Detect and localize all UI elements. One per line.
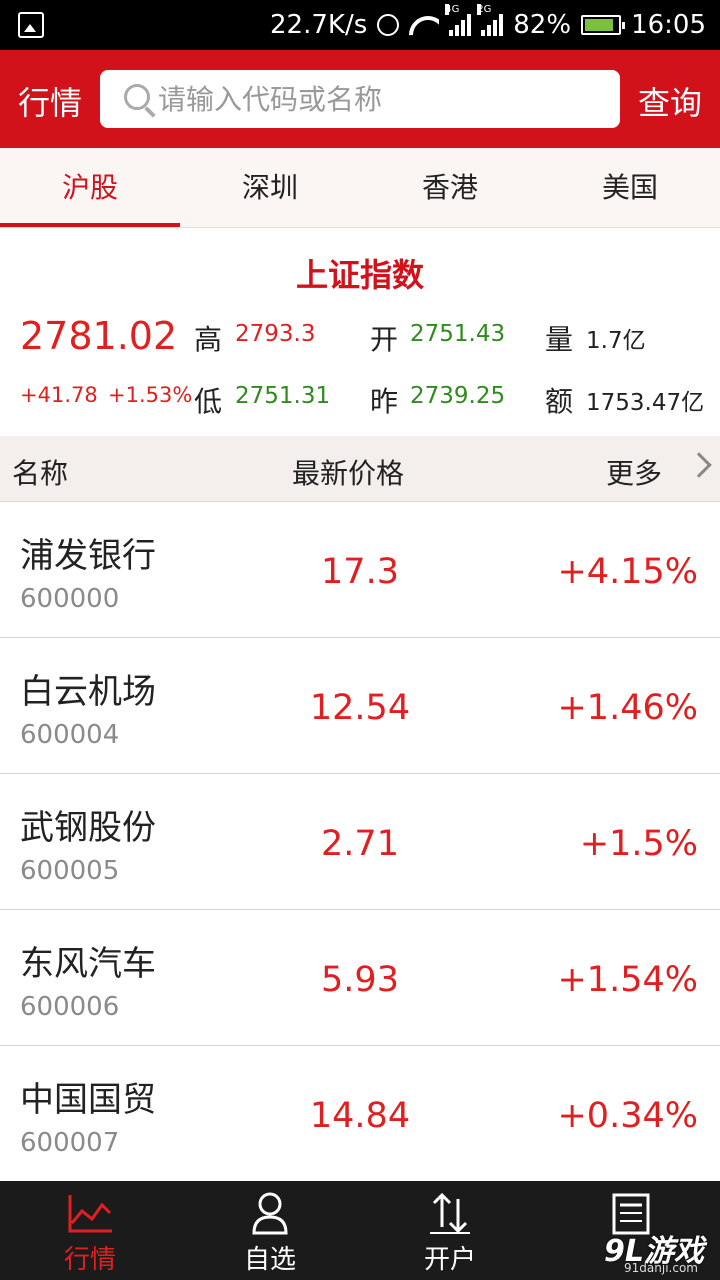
prev-close-value: 2739.25 xyxy=(410,383,506,409)
open-value: 2751.43 xyxy=(410,321,506,347)
list-item[interactable]: 白云机场 600004 12.54 +1.46% xyxy=(0,638,720,774)
volume-value: 1.7亿 xyxy=(586,328,646,354)
high-label: 高 xyxy=(194,323,223,356)
search-icon xyxy=(124,84,150,110)
stock-code: 600007 xyxy=(20,1128,120,1158)
low-label: 低 xyxy=(194,385,223,418)
list-item[interactable]: 东风汽车 600006 5.93 +1.54% xyxy=(0,910,720,1046)
amount-label: 额 xyxy=(545,385,574,418)
clock: 16:05 xyxy=(631,10,706,40)
tab-shanghai[interactable]: 沪股 xyxy=(0,148,180,227)
list-item[interactable]: 武钢股份 600005 2.71 +1.5% xyxy=(0,774,720,910)
stock-change-percent: +1.46% xyxy=(557,688,698,728)
signal-4g-label: 4G xyxy=(445,4,460,15)
high-value: 2793.3 xyxy=(235,321,316,347)
column-name: 名称 xyxy=(12,457,69,490)
nav-watchlist[interactable]: 自选 xyxy=(180,1181,360,1280)
column-price: 最新价格 xyxy=(292,457,405,490)
signal-2g-icon: 2G xyxy=(477,4,504,36)
nav-watchlist-label: 自选 xyxy=(243,1245,296,1275)
stock-change-percent: +4.15% xyxy=(557,552,698,592)
volume-label: 量 xyxy=(545,323,574,356)
stock-name: 中国国贸 xyxy=(20,1080,156,1120)
status-right: 22.7K/s 4G 2G 82% 16:05 xyxy=(270,0,706,50)
index-price: 2781.02 xyxy=(20,314,178,358)
battery-percent: 82% xyxy=(513,10,572,40)
watermark-domain: 91danji.com xyxy=(624,1261,698,1275)
stock-price: 14.84 xyxy=(309,1096,411,1136)
search-box[interactable] xyxy=(100,70,620,128)
more-button[interactable]: 更多 xyxy=(606,452,662,492)
tab-shenzhen[interactable]: 深圳 xyxy=(180,148,360,227)
wifi-icon xyxy=(409,14,439,36)
tab-hongkong[interactable]: 香港 xyxy=(360,148,540,227)
stock-code: 600005 xyxy=(20,856,120,886)
network-speed: 22.7K/s xyxy=(270,10,368,40)
status-bar: 22.7K/s 4G 2G 82% 16:05 xyxy=(0,0,720,50)
user-icon xyxy=(252,1192,288,1235)
nav-open-account-label: 开户 xyxy=(423,1245,476,1275)
top-bar: 行情 查询 xyxy=(0,50,720,148)
index-change-percent: +1.53% xyxy=(108,383,193,407)
list-item[interactable]: 浦发银行 600000 17.3 +4.15% xyxy=(0,502,720,638)
gallery-icon xyxy=(18,12,44,38)
list-header: 名称 最新价格 更多 xyxy=(0,436,720,502)
chart-line-icon xyxy=(68,1195,112,1233)
nav-open-account[interactable]: 开户 xyxy=(360,1181,540,1280)
chevron-right-icon[interactable] xyxy=(686,452,712,478)
tab-usa[interactable]: 美国 xyxy=(540,148,720,227)
nav-market[interactable]: 行情 xyxy=(0,1181,180,1280)
nav-market-label: 行情 xyxy=(63,1245,116,1275)
stock-code: 600000 xyxy=(20,584,120,614)
stock-change-percent: +1.54% xyxy=(557,960,698,1000)
stock-price: 2.71 xyxy=(321,824,399,864)
query-button[interactable]: 查询 xyxy=(638,78,702,124)
index-change: +41.78 xyxy=(20,383,98,407)
open-label: 开 xyxy=(370,323,399,356)
signal-4g-icon: 4G xyxy=(445,4,472,36)
index-name: 上证指数 xyxy=(295,256,424,294)
stock-name: 白云机场 xyxy=(20,672,156,712)
battery-icon xyxy=(581,15,626,35)
market-tabs: 沪股 深圳 香港 美国 xyxy=(0,148,720,228)
list-item[interactable]: 中国国贸 600007 14.84 +0.34% xyxy=(0,1046,720,1182)
transfer-arrows-icon xyxy=(430,1192,470,1234)
stock-price: 17.3 xyxy=(321,552,399,592)
stock-code: 600006 xyxy=(20,992,120,1022)
signal-2g-label: 2G xyxy=(477,4,492,15)
stock-name: 东风汽车 xyxy=(20,944,156,984)
stock-list: 浦发银行 600000 17.3 +4.15% 白云机场 600004 12.5… xyxy=(0,502,720,1182)
alarm-icon xyxy=(377,14,400,36)
stock-price: 12.54 xyxy=(309,688,411,728)
stock-price: 5.93 xyxy=(321,960,399,1000)
stock-code: 600004 xyxy=(20,720,120,750)
page-title: 行情 xyxy=(18,84,83,122)
search-input[interactable] xyxy=(158,78,598,120)
stock-change-percent: +0.34% xyxy=(557,1096,698,1136)
stock-name: 浦发银行 xyxy=(20,536,156,576)
stock-name: 武钢股份 xyxy=(20,808,156,848)
low-value: 2751.31 xyxy=(235,383,331,409)
amount-value: 1753.47亿 xyxy=(586,390,705,416)
stock-change-percent: +1.5% xyxy=(579,824,698,864)
prev-close-label: 昨 xyxy=(370,385,399,418)
